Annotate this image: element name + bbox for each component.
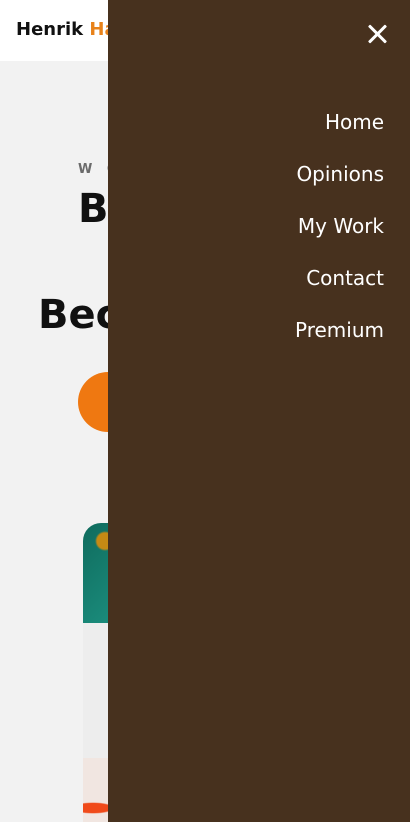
mobile-menu-drawer: Home Opinions My Work Contact Premium [108,0,410,822]
menu-link-premium[interactable]: Premium [295,318,384,342]
menu-item-contact: Contact [295,264,384,316]
page: Henrik Ha W O B Bec Home Opinions My Wor… [0,0,410,822]
menu-link-home[interactable]: Home [325,110,384,134]
menu-link-my-work[interactable]: My Work [298,214,384,238]
logo-name: Henrik [16,19,84,40]
mobile-menu-list: Home Opinions My Work Contact Premium [295,108,384,368]
menu-link-opinions[interactable]: Opinions [296,162,384,186]
close-icon[interactable] [364,20,392,48]
hero-title-line1: B [78,186,109,232]
menu-item-my-work: My Work [295,212,384,264]
site-logo[interactable]: Henrik Ha [16,19,117,40]
menu-item-opinions: Opinions [295,160,384,212]
menu-item-premium: Premium [295,316,384,368]
menu-link-contact[interactable]: Contact [306,266,384,290]
menu-item-home: Home [295,108,384,160]
